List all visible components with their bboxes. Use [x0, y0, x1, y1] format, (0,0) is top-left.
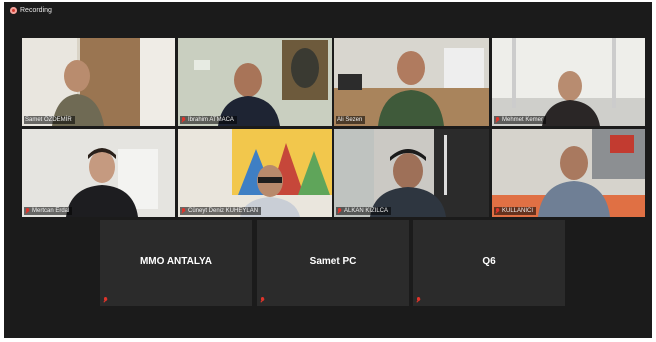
participant-name: MMO ANTALYA: [139, 256, 213, 267]
participant-nameplate: Mehmet Kemer: [494, 116, 547, 124]
mic-muted-icon: [337, 208, 342, 214]
participant-name: Ali Sezen: [337, 117, 363, 123]
mic-muted-icon: [495, 208, 500, 214]
recording-icon: [10, 7, 17, 14]
participant-name: Mertcan Erdal: [32, 208, 70, 214]
mic-muted-icon: [103, 297, 108, 303]
video-off-tile-q6[interactable]: Q6: [413, 220, 565, 306]
participant-video: [22, 38, 175, 126]
video-tile-kullanici[interactable]: KULLANICI: [492, 129, 645, 217]
participant-name: Samet ÖZDEMİR: [25, 117, 72, 123]
participant-nameplate: Samet ÖZDEMİR: [24, 116, 75, 124]
mic-muted-icon: [25, 208, 30, 214]
participant-name: KULLANICI: [502, 208, 534, 214]
participant-video: [22, 129, 175, 217]
recording-label: Recording: [20, 7, 52, 14]
video-tile-samet-ozdemir[interactable]: Samet ÖZDEMİR: [22, 38, 175, 126]
participant-name: İbrahim ATMACA: [188, 117, 234, 123]
participant-nameplate: Cüneyt Deniz KUHEYLAN: [180, 207, 262, 215]
participant-nameplate: ALKAN KIZILCA: [336, 207, 392, 215]
video-tile-alkan-kizilca[interactable]: ALKAN KIZILCA: [334, 129, 489, 217]
video-off-tile-samet-pc[interactable]: Samet PC: [257, 220, 409, 306]
mic-muted-icon: [181, 208, 186, 214]
video-tile-cuneyt-deniz-kuheylan[interactable]: Cüneyt Deniz KUHEYLAN: [178, 129, 332, 217]
mic-muted-icon: [416, 297, 421, 303]
participant-video: [492, 129, 645, 217]
video-tile-mehmet-kemer[interactable]: Mehmet Kemer: [492, 38, 645, 126]
participant-name: Samet PC: [309, 256, 357, 267]
participant-name: Q6: [482, 256, 496, 267]
participant-video: [178, 38, 332, 126]
mic-muted-icon: [495, 117, 500, 123]
mic-muted-icon: [181, 117, 186, 123]
participant-nameplate: İbrahim ATMACA: [180, 116, 237, 124]
participant-nameplate: Mertcan Erdal: [24, 207, 73, 215]
participant-video: [334, 38, 489, 126]
participant-nameplate: KULLANICI: [494, 207, 537, 215]
participant-video: [178, 129, 332, 217]
participant-name: Cüneyt Deniz KUHEYLAN: [188, 208, 259, 214]
recording-indicator[interactable]: Recording: [10, 7, 52, 14]
video-tile-mertcan-erdal[interactable]: Mertcan Erdal: [22, 129, 175, 217]
participant-name: Mehmet Kemer: [502, 117, 544, 123]
video-off-tile-mmo-antalya[interactable]: MMO ANTALYA: [100, 220, 252, 306]
participant-name: ALKAN KIZILCA: [344, 208, 389, 214]
participant-video: [334, 129, 489, 217]
meeting-window: Recording Samet ÖZDEMİR İbrahim ATMACA A…: [4, 2, 652, 338]
participant-nameplate: Ali Sezen: [336, 116, 366, 124]
participant-video: [492, 38, 645, 126]
video-tile-ibrahim-atmaca[interactable]: İbrahim ATMACA: [178, 38, 332, 126]
mic-muted-icon: [260, 297, 265, 303]
video-tile-ali-sezen[interactable]: Ali Sezen: [334, 38, 489, 126]
